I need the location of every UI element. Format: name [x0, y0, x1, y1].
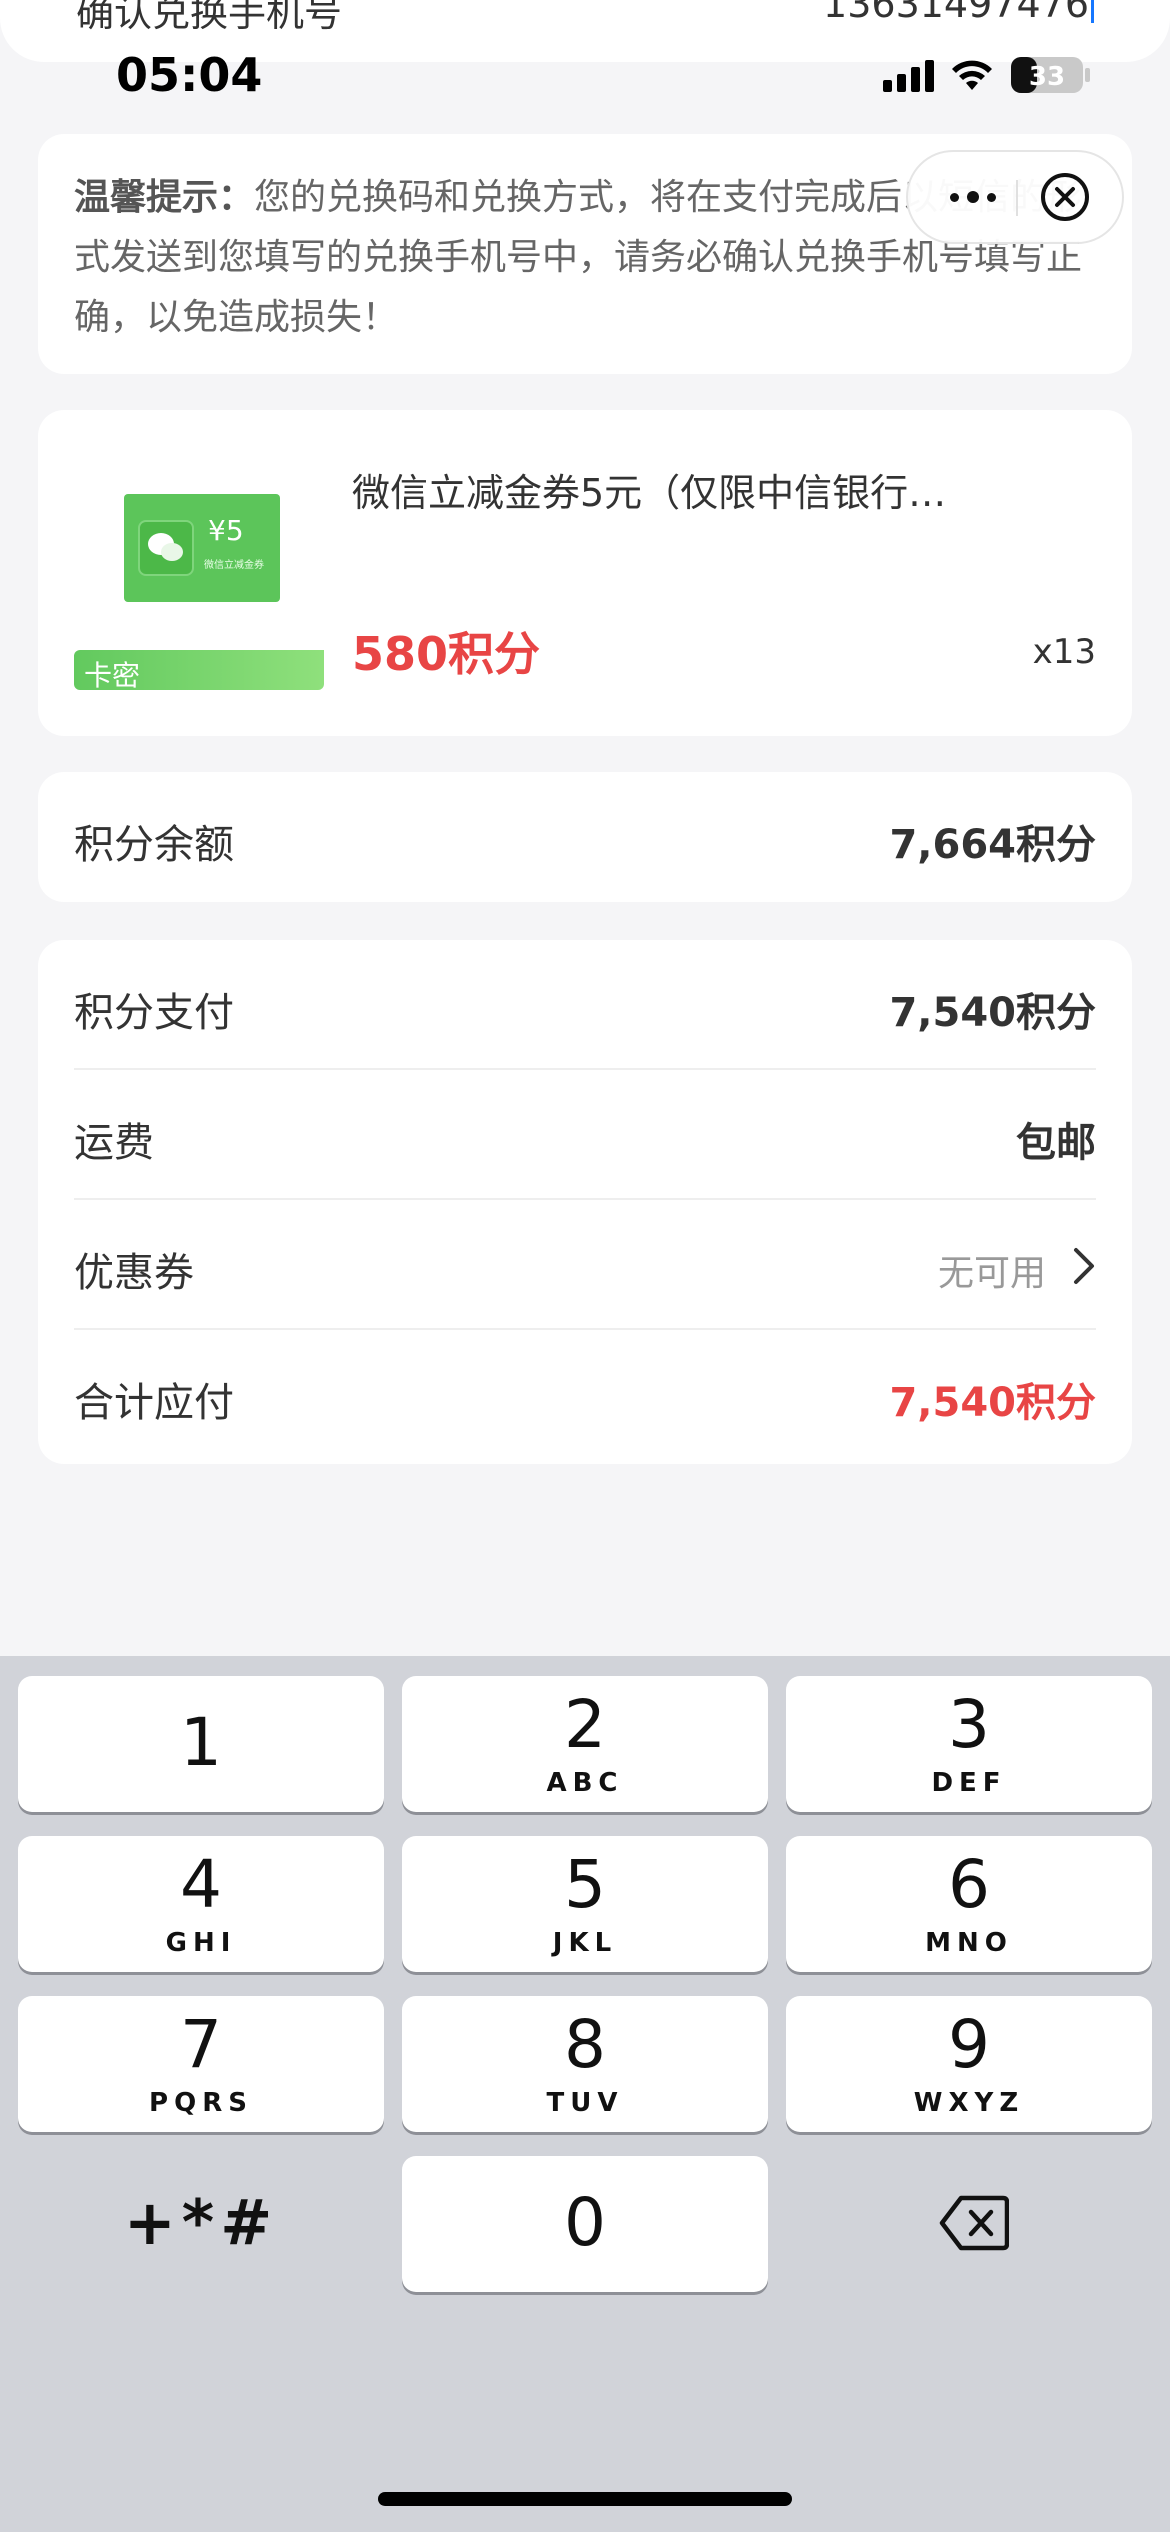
product-card[interactable]: ¥5 微信立减金券 卡密 微信立减金券5元（仅限中信银行… 580积分 x13 [38, 410, 1132, 736]
close-icon[interactable] [1038, 170, 1092, 224]
key-7[interactable]: 7 PQRS [18, 1996, 384, 2132]
key-6[interactable]: 6 MNO [786, 1836, 1152, 1972]
product-price: 580积分 [352, 627, 541, 681]
points-payment-label: 积分支付 [74, 990, 234, 1036]
key-delete[interactable] [786, 2156, 1152, 2292]
text-caret [1091, 0, 1094, 23]
key-3[interactable]: 3 DEF [786, 1676, 1152, 1812]
payment-summary-card: 积分支付 7,540积分 运费 包邮 优惠券 无可用 合计应付 7,540积分 [38, 940, 1132, 1464]
total-label: 合计应付 [74, 1380, 234, 1426]
key-0[interactable]: 0 [402, 2156, 768, 2292]
numeric-keypad: 1 2 ABC 3 DEF 4 GHI 5 JKL 6 MNO 7 PQRS 8… [0, 1656, 1170, 2532]
product-title: 微信立减金券5元（仅限中信银行… [352, 471, 947, 515]
shipping-value: 包邮 [1016, 1120, 1096, 1166]
phone-number-input[interactable]: 13631497476 [823, 0, 1094, 26]
key-1[interactable]: 1 [18, 1676, 384, 1812]
key-4[interactable]: 4 GHI [18, 1836, 384, 1972]
product-quantity: x13 [1032, 632, 1096, 672]
home-indicator [378, 2492, 792, 2506]
cellular-signal-icon [883, 58, 934, 92]
product-image: ¥5 微信立减金券 卡密 [74, 494, 324, 694]
shipping-label: 运费 [74, 1120, 154, 1166]
points-payment-value: 7,540积分 [889, 990, 1096, 1036]
key-5[interactable]: 5 JKL [402, 1836, 768, 1972]
status-icons: 33 [883, 56, 1092, 94]
key-2[interactable]: 2 ABC [402, 1676, 768, 1812]
coupon-row[interactable]: 优惠券 无可用 [74, 1200, 1096, 1330]
key-symbols[interactable]: +*# [18, 2156, 384, 2292]
balance-card: 积分余额 7,664积分 [38, 772, 1132, 902]
status-time: 05:04 [116, 48, 263, 102]
battery-level: 33 [1029, 62, 1065, 92]
wifi-icon [950, 58, 994, 92]
miniprogram-capsule [906, 150, 1124, 244]
total-value: 7,540积分 [889, 1380, 1096, 1426]
balance-label: 积分余额 [74, 822, 234, 868]
capsule-divider [1016, 180, 1018, 216]
key-8[interactable]: 8 TUV [402, 1996, 768, 2132]
notice-prefix: 温馨提示： [74, 177, 255, 218]
backspace-icon [939, 2195, 1009, 2251]
coupon-value: 无可用 [937, 1253, 1046, 1294]
coupon-caption: 微信立减金券 [204, 560, 264, 571]
more-icon[interactable] [930, 152, 1016, 242]
wechat-logo-icon [138, 520, 194, 576]
balance-row: 积分余额 7,664积分 [74, 772, 1096, 902]
shipping-row: 运费 包邮 [74, 1070, 1096, 1200]
total-row: 合计应付 7,540积分 [74, 1330, 1096, 1460]
phone-confirm-label: 确认兑换手机号 [76, 0, 343, 35]
coupon-image: ¥5 微信立减金券 [124, 494, 280, 602]
key-9[interactable]: 9 WXYZ [786, 1996, 1152, 2132]
coupon-label: 优惠券 [74, 1250, 194, 1296]
coupon-amount: ¥5 [208, 514, 244, 547]
balance-value: 7,664积分 [889, 822, 1096, 868]
points-payment-row: 积分支付 7,540积分 [74, 940, 1096, 1070]
battery-icon: 33 [1010, 56, 1092, 94]
card-type-tag: 卡密 [74, 650, 324, 692]
chevron-right-icon [1074, 1248, 1094, 1284]
